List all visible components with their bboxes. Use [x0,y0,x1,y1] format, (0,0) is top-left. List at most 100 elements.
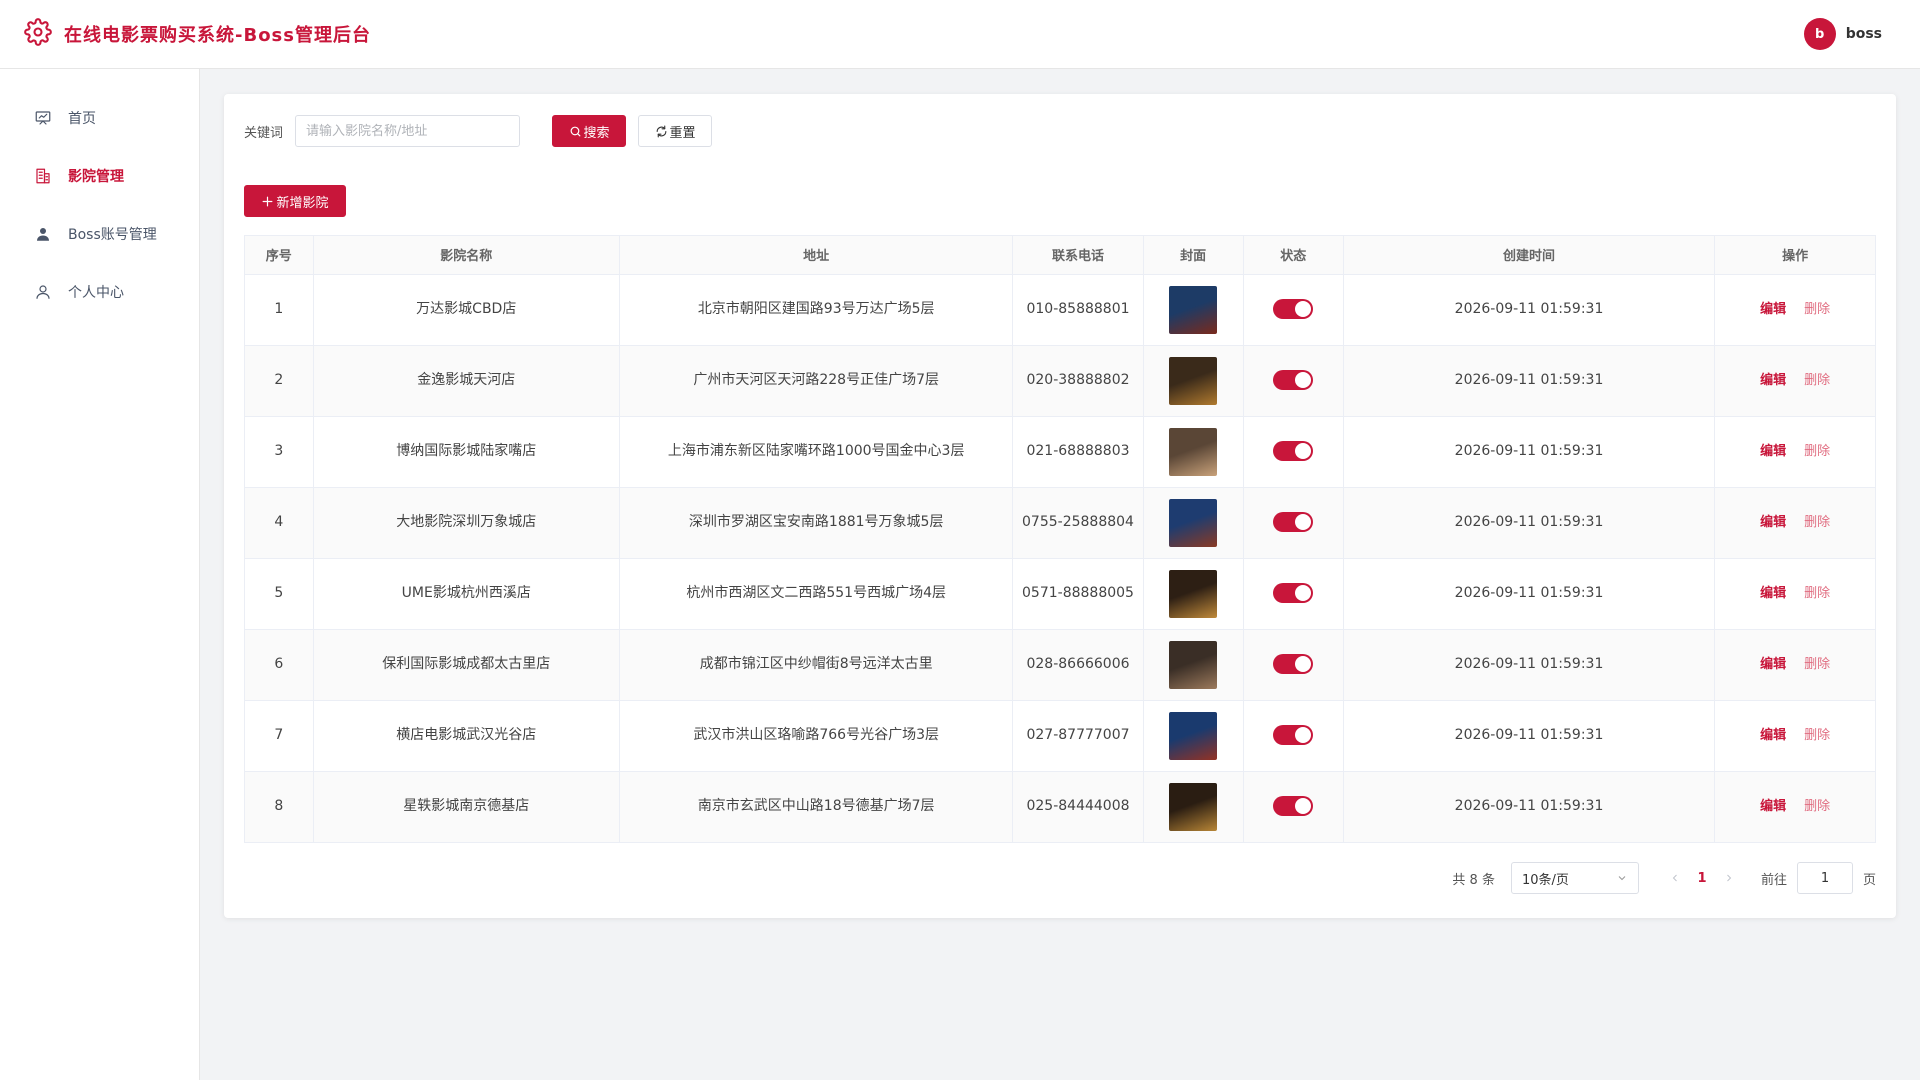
row-number: 2 [245,345,314,417]
column-header[interactable]: 联系电话 [1012,236,1144,275]
reset-button[interactable]: 重置 [638,115,713,147]
cover-image[interactable] [1169,640,1218,689]
status-cell [1243,416,1344,488]
cinema-name: 大地影院深圳万象城店 [313,487,620,559]
delete-button[interactable]: 删除 [1804,799,1830,814]
delete-button[interactable]: 删除 [1804,373,1830,388]
search-button[interactable]: 搜索 [552,115,627,147]
presentation-icon [34,109,52,127]
status-toggle[interactable] [1273,299,1314,319]
edit-button[interactable]: 编辑 [1760,799,1786,814]
cover-cell [1143,416,1244,488]
edit-button[interactable]: 编辑 [1760,728,1786,743]
cover-image[interactable] [1169,711,1218,760]
user-name[interactable]: boss [1846,26,1882,42]
row-number: 6 [245,629,314,701]
sidebar-item-cinema-management[interactable]: 影院管理 [0,147,199,205]
page-number-current[interactable]: 1 [1687,871,1717,886]
column-header[interactable]: 封面 [1143,236,1244,275]
created-time: 2026-09-11 01:59:31 [1343,487,1716,559]
actions-cell: 编辑 删除 [1714,487,1875,559]
add-cinema-button[interactable]: 新增影院 [244,185,346,217]
status-toggle[interactable] [1273,654,1314,674]
cinema-address: 杭州市西湖区文二西路551号西城广场4层 [619,558,1014,630]
avatar[interactable]: b [1803,18,1836,50]
column-header[interactable]: 操作 [1714,236,1875,275]
delete-button[interactable]: 删除 [1804,515,1830,530]
row-number: 1 [245,274,314,346]
gear-icon [24,18,64,50]
toggle-knob [1295,443,1312,459]
keyword-input[interactable] [295,115,521,147]
edit-button[interactable]: 编辑 [1760,586,1786,601]
actions-cell: 编辑 删除 [1714,771,1875,842]
cinema-name: 横店电影城武汉光谷店 [313,700,620,772]
app-title: 在线电影票购买系统-Boss管理后台 [64,25,371,46]
page-size-value: 10条/页 [1521,872,1569,888]
created-time: 2026-09-11 01:59:31 [1343,416,1716,488]
created-time: 2026-09-11 01:59:31 [1343,345,1716,417]
status-toggle[interactable] [1273,796,1314,817]
cinema-phone: 010-85888801 [1012,274,1144,346]
cover-cell [1143,629,1244,701]
cover-cell [1143,558,1244,630]
sidebar-item-boss-accounts[interactable]: Boss账号管理 [0,205,199,263]
cinema-phone: 020-38888802 [1012,345,1144,417]
toggle-knob [1295,372,1312,388]
edit-button[interactable]: 编辑 [1760,302,1786,317]
main-card: 关键词 搜索 重置 新增影院 [224,94,1896,918]
goto-label: 前往 [1760,872,1787,888]
column-header[interactable]: 影院名称 [313,236,620,275]
actions-cell: 编辑 删除 [1714,700,1875,772]
status-cell [1243,771,1344,842]
cover-image[interactable] [1169,285,1218,334]
search-button-label: 搜索 [583,125,610,141]
cover-image[interactable] [1169,498,1218,547]
status-toggle[interactable] [1273,725,1314,745]
cover-image[interactable] [1169,782,1218,831]
status-toggle[interactable] [1273,441,1314,461]
cinema-address: 深圳市罗湖区宝安南路1881号万象城5层 [619,487,1014,559]
chevron-right-icon [1723,872,1735,884]
cinema-address: 广州市天河区天河路228号正佳广场7层 [619,345,1014,417]
table-row: 8 星轶影城南京德基店 南京市玄武区中山路18号德基广场7层 025-84444008… [245,771,1875,842]
status-toggle[interactable] [1273,583,1314,603]
row-number: 4 [245,487,314,559]
status-toggle[interactable] [1273,512,1314,532]
cinema-name: 博纳国际影城陆家嘴店 [313,416,620,488]
sidebar: 首页 影院管理 Boss账号管理 个人中心 [0,69,200,1080]
column-header[interactable]: 地址 [619,236,1014,275]
sidebar-item-profile[interactable]: 个人中心 [0,263,199,321]
cinema-phone: 0755-25888804 [1012,487,1144,559]
edit-button[interactable]: 编辑 [1760,444,1786,459]
column-header[interactable]: 状态 [1243,236,1344,275]
edit-button[interactable]: 编辑 [1760,657,1786,672]
refresh-icon [655,125,670,138]
page-size-select[interactable]: 10条/页 [1510,862,1639,894]
edit-button[interactable]: 编辑 [1760,515,1786,530]
delete-button[interactable]: 删除 [1804,444,1830,459]
delete-button[interactable]: 删除 [1804,728,1830,743]
cover-image[interactable] [1169,356,1218,405]
cinema-name: 万达影城CBD店 [313,274,620,346]
next-page-button[interactable] [1717,866,1741,890]
delete-button[interactable]: 删除 [1804,586,1830,601]
sidebar-item-home[interactable]: 首页 [0,89,199,147]
cover-image[interactable] [1169,427,1218,476]
column-header[interactable]: 序号 [245,236,314,275]
cinema-name: UME影城杭州西溪店 [313,558,620,630]
cover-cell [1143,345,1244,417]
goto-page-input[interactable] [1796,862,1853,894]
created-time: 2026-09-11 01:59:31 [1343,274,1716,346]
delete-button[interactable]: 删除 [1804,302,1830,317]
actions-cell: 编辑 删除 [1714,345,1875,417]
status-toggle[interactable] [1273,370,1314,390]
delete-button[interactable]: 删除 [1804,657,1830,672]
cover-image[interactable] [1169,569,1218,618]
add-cinema-label: 新增影院 [276,195,329,211]
edit-button[interactable]: 编辑 [1760,373,1786,388]
cinema-name: 保利国际影城成都太古里店 [313,629,620,701]
column-header[interactable]: 创建时间 [1343,236,1716,275]
user-menu[interactable]: b boss [1803,18,1896,50]
prev-page-button[interactable] [1663,866,1687,890]
